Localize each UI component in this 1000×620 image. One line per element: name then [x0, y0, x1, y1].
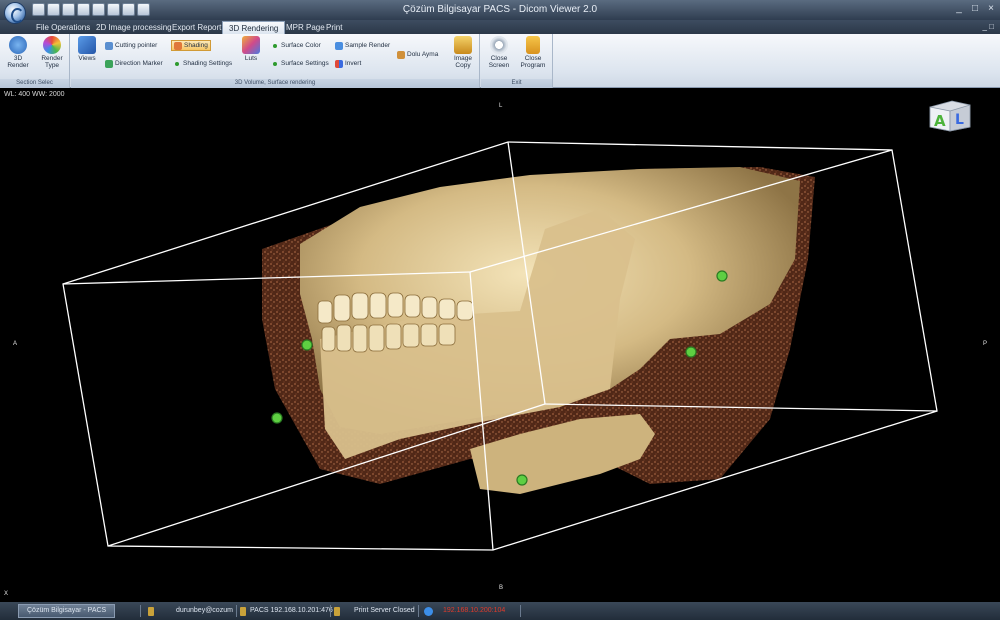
control-point-marker[interactable]: [685, 346, 697, 358]
close-button[interactable]: ×: [986, 3, 996, 14]
orientation-label-top: L: [499, 103, 503, 109]
dolu-ayma-button[interactable]: Dolu Ayma: [397, 49, 438, 60]
close-screen-icon: [490, 36, 508, 54]
status-divider: [418, 605, 419, 617]
direction-icon: [105, 59, 113, 68]
person-icon: [9, 36, 27, 54]
3d-render-button[interactable]: 3D Render: [4, 36, 32, 69]
group-label-section-select: Section Selec: [0, 79, 69, 88]
orientation-cube-icon: A L: [929, 100, 971, 132]
brush-icon: [397, 50, 405, 59]
cube-face-a: A: [934, 112, 946, 130]
maximize-button[interactable]: □: [970, 3, 980, 14]
title-bar: Çözüm Bilgisayar PACS - Dicom Viewer 2.0…: [0, 0, 1000, 24]
close-screen-button[interactable]: Close Screen: [485, 36, 513, 69]
ribbon: 3D Render Render Type Section Selec View…: [0, 34, 1000, 88]
status-divider: [236, 605, 237, 617]
tab-export-report[interactable]: Export Report: [166, 21, 227, 34]
status-pacs: PACS 192.168.10.201:476: [240, 604, 333, 618]
direction-marker-button[interactable]: Direction Marker: [105, 58, 163, 69]
window-level-readout: WL: 400 WW: 2000: [4, 91, 65, 98]
info-icon: [424, 606, 433, 616]
exit-group: Close Screen Close Program Exit: [481, 34, 553, 88]
printer-icon: [334, 606, 340, 616]
status-user: durunbey@cozum: [148, 604, 233, 618]
ribbon-tabs: File Operations 2D Image processing Expo…: [0, 20, 1000, 34]
window-controls: _ □ ×: [954, 3, 996, 14]
shading-icon: [174, 41, 182, 50]
render-type-button[interactable]: Render Type: [36, 36, 68, 69]
luts-button[interactable]: Luts: [239, 36, 263, 62]
3d-volume-group: Views Cutting pointer Direction Marker S…: [71, 34, 480, 88]
status-alert: 192.168.10.200:104: [424, 604, 505, 618]
orientation-label-left: A: [13, 341, 18, 347]
group-label-exit: Exit: [481, 79, 552, 88]
status-bar: Çözüm Bilgisayar - PACS durunbey@cozum P…: [0, 602, 1000, 620]
tab-2d-image-processing[interactable]: 2D Image processing: [90, 21, 178, 34]
control-point-marker[interactable]: [516, 474, 528, 486]
views-icon: [78, 36, 96, 54]
window-title: Çözüm Bilgisayar PACS - Dicom Viewer 2.0: [402, 4, 598, 15]
color-wheel-icon: [43, 36, 61, 54]
tab-file-operations[interactable]: File Operations: [30, 21, 96, 34]
tab-print[interactable]: Print: [320, 21, 348, 34]
volume-render-scene[interactable]: [0, 89, 1000, 602]
control-point-marker[interactable]: [716, 270, 728, 282]
invert-button[interactable]: Invert: [335, 58, 361, 69]
status-divider: [520, 605, 521, 617]
sample-render-button[interactable]: Sample Render: [335, 40, 390, 51]
orientation-label-right: P: [983, 341, 988, 347]
minimize-button[interactable]: _: [954, 3, 964, 14]
ribbon-minimize-controls[interactable]: _ □: [982, 22, 994, 31]
cut-icon: [105, 41, 113, 50]
image-copy-icon: [454, 36, 472, 54]
surface-settings-button[interactable]: Surface Settings: [271, 58, 329, 69]
3d-render-viewport[interactable]: WL: 400 WW: 2000 L A P B X A L: [0, 89, 1000, 602]
bullet-icon: [175, 61, 179, 66]
shading-settings-button[interactable]: Shading Settings: [173, 58, 232, 69]
taskbar-app-button[interactable]: Çözüm Bilgisayar - PACS: [18, 604, 116, 618]
views-button[interactable]: Views: [75, 36, 99, 62]
app-menu-orb-icon[interactable]: [4, 2, 26, 24]
orientation-label-bottom: B: [499, 585, 504, 591]
bullet-icon: [273, 61, 277, 66]
invert-icon: [335, 59, 343, 68]
bullet-icon: [273, 43, 277, 48]
close-program-button[interactable]: Close Program: [517, 36, 549, 69]
status-divider: [140, 605, 141, 617]
tab-3d-rendering[interactable]: 3D Rendering: [222, 21, 286, 34]
image-copy-button[interactable]: Image Copy: [449, 36, 477, 69]
render-icon: [335, 41, 343, 50]
shading-button[interactable]: Shading: [171, 40, 211, 51]
status-print-server: Print Server Closed: [334, 604, 415, 618]
control-point-marker[interactable]: [301, 339, 313, 351]
network-icon: [240, 606, 246, 616]
cutting-pointer-button[interactable]: Cutting pointer: [105, 40, 157, 51]
exit-door-icon: [526, 36, 540, 54]
user-icon: [148, 606, 154, 616]
group-label-3d-volume: 3D Volume, Surface rendering: [71, 79, 479, 88]
status-divider: [330, 605, 331, 617]
surface-color-button[interactable]: Surface Color: [271, 40, 321, 51]
luts-icon: [242, 36, 260, 54]
cube-face-l: L: [955, 112, 964, 128]
section-select-group: 3D Render Render Type Section Selec: [0, 34, 70, 88]
control-point-marker[interactable]: [271, 412, 283, 424]
corner-marker: X: [4, 591, 9, 597]
